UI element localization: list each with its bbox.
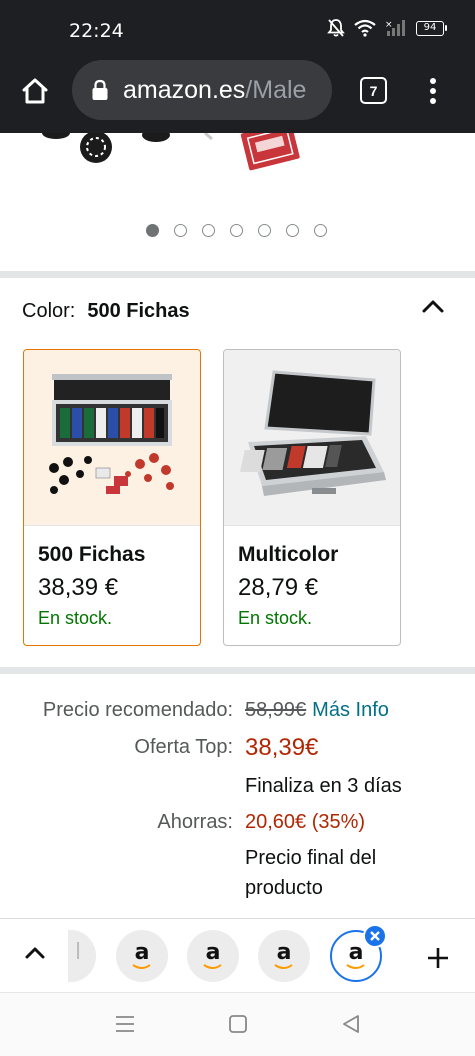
color-option-multicolor[interactable]: Multicolor 28,79 € En stock.	[223, 349, 401, 646]
home-button[interactable]	[17, 73, 53, 109]
carousel-dot[interactable]	[286, 224, 299, 237]
home-square-icon[interactable]	[228, 1013, 248, 1035]
savings-label: Ahorras:	[157, 811, 233, 833]
carousel-dot[interactable]	[174, 224, 187, 237]
amazon-smile-icon	[274, 964, 293, 969]
poker-case-image	[49, 374, 174, 494]
signal-icon: ×	[385, 20, 405, 36]
chevron-up-icon[interactable]	[420, 296, 446, 316]
back-triangle-icon[interactable]	[340, 1013, 362, 1035]
amazon-smile-icon	[346, 964, 365, 969]
color-label: Color:	[22, 300, 76, 322]
deal-ends-text: Finaliza en 3 días	[245, 775, 402, 797]
status-icons: × 94	[327, 18, 447, 38]
tab-strip: l a a a a	[0, 918, 475, 992]
more-info-link[interactable]: Más Info	[312, 699, 389, 721]
close-icon[interactable]	[363, 924, 387, 948]
plus-icon[interactable]	[426, 946, 450, 970]
carousel-dot[interactable]	[230, 224, 243, 237]
tab-letter: l	[74, 940, 82, 965]
tab-thumbnail[interactable]: a	[116, 930, 168, 982]
url-path: /Male	[245, 75, 307, 104]
color-option-price: 28,79 €	[238, 574, 319, 601]
final-price-note-line2: producto	[245, 877, 323, 899]
color-option-image	[224, 350, 400, 526]
tab-thumbnail[interactable]: a	[187, 930, 239, 982]
wifi-icon	[354, 19, 376, 37]
recommended-price-value: 58,99€	[245, 699, 307, 721]
color-selector-label: Color: 500 Fichas	[22, 300, 190, 323]
svg-text:×: ×	[385, 20, 393, 30]
amazon-smile-icon	[203, 964, 222, 969]
color-option-price: 38,39 €	[38, 574, 119, 601]
color-option-name: Multicolor	[238, 543, 339, 566]
color-selected-value: 500 Fichas	[87, 300, 190, 322]
address-bar[interactable]: amazon.es/Male	[72, 60, 332, 120]
carousel-dot[interactable]	[202, 224, 215, 237]
tab-switcher-button[interactable]: 7	[360, 77, 387, 104]
color-option-500-fichas[interactable]: 500 Fichas 38,39 € En stock.	[23, 349, 201, 646]
lock-icon	[92, 79, 108, 100]
color-option-name: 500 Fichas	[38, 543, 146, 566]
system-navigation-bar	[0, 992, 475, 1056]
tab-letter: a	[348, 940, 364, 965]
carousel-dot[interactable]	[146, 224, 159, 237]
battery-level: 94	[416, 20, 444, 36]
carousel-dot[interactable]	[258, 224, 271, 237]
deal-price: 38,39€	[245, 734, 319, 761]
chevron-up-icon[interactable]	[24, 945, 46, 961]
tab-thumbnail-partial[interactable]: l	[68, 930, 96, 982]
section-divider	[0, 271, 475, 278]
product-image-partial	[42, 133, 300, 171]
poker-case-image	[240, 370, 386, 496]
tab-letter: a	[276, 940, 292, 965]
amazon-smile-icon	[132, 964, 151, 969]
url-domain: amazon.es	[123, 75, 246, 104]
url-row: amazon.es/Male 7	[0, 60, 475, 122]
url-text: amazon.es/Male	[123, 76, 306, 105]
recents-menu-icon[interactable]	[114, 1013, 136, 1035]
tab-thumbnail[interactable]: a	[258, 930, 310, 982]
tab-letter: a	[205, 940, 221, 965]
recommended-price-row: 58,99€ Más Info	[245, 699, 389, 722]
color-option-stock: En stock.	[238, 608, 313, 628]
color-option-image	[24, 350, 200, 526]
savings-value: 20,60€ (35%)	[245, 811, 366, 833]
home-icon	[22, 78, 48, 104]
carousel-dot[interactable]	[314, 224, 327, 237]
product-image-carousel[interactable]	[0, 133, 475, 271]
mute-bell-icon	[327, 19, 345, 37]
section-divider	[0, 667, 475, 674]
browser-chrome: 22:24 × 94 amazon.es/Male 7	[0, 0, 475, 133]
overflow-menu-icon[interactable]	[421, 74, 445, 108]
recommended-price-label: Precio recomendado:	[42, 699, 233, 721]
final-price-note-line1: Precio final del	[245, 847, 377, 869]
tab-letter: a	[134, 940, 150, 965]
deal-label: Oferta Top:	[134, 736, 233, 758]
color-option-stock: En stock.	[38, 608, 113, 628]
status-bar: 22:24 × 94	[0, 0, 475, 60]
carousel-dots	[146, 224, 327, 237]
status-time: 22:24	[69, 20, 124, 42]
battery-icon: 94	[416, 20, 447, 36]
